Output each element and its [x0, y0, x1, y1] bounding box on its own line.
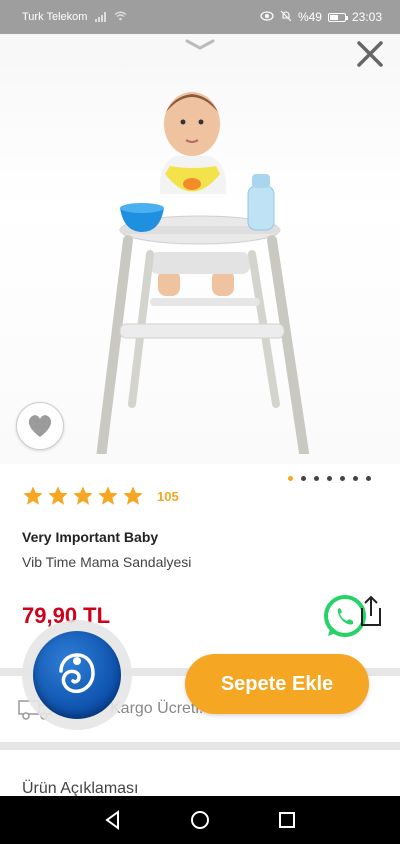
carrier-name: Turk Telekom	[22, 11, 88, 23]
rating-row[interactable]: 105	[22, 485, 179, 507]
product-photo	[96, 92, 310, 454]
back-button[interactable]	[99, 806, 127, 834]
battery-icon	[327, 12, 348, 22]
section-divider	[0, 742, 400, 750]
page-dot[interactable]	[288, 476, 293, 481]
close-icon[interactable]	[354, 38, 386, 70]
wifi-icon	[114, 11, 127, 24]
star-icon	[73, 486, 93, 505]
eye-icon	[260, 10, 274, 24]
product-title: Vib Time Mama Sandalyesi	[22, 554, 192, 570]
page-dot[interactable]	[366, 476, 371, 481]
battery-percent: %49	[297, 10, 322, 24]
home-button[interactable]	[186, 806, 214, 834]
home-circle-icon	[190, 811, 209, 829]
recents-button[interactable]	[273, 806, 301, 834]
page-dot[interactable]	[340, 476, 345, 481]
page-dot[interactable]	[301, 476, 306, 481]
signal-icon	[95, 12, 107, 22]
assistant-logo-icon	[33, 631, 121, 719]
star-icon	[48, 486, 68, 505]
clock: 23:03	[351, 10, 382, 24]
add-to-cart-button[interactable]: Sepete Ekle	[185, 654, 369, 714]
back-triangle-icon	[105, 810, 120, 830]
favorite-button[interactable]	[16, 402, 64, 450]
review-count[interactable]: 105	[157, 489, 179, 504]
star-icon	[123, 486, 143, 505]
share-icon[interactable]	[358, 594, 384, 628]
page-dot[interactable]	[314, 476, 319, 481]
system-navigation-bar	[0, 796, 400, 844]
status-bar: Turk Telekom %49 23:03	[0, 0, 400, 34]
heart-icon	[28, 415, 52, 437]
gallery-page-indicator	[288, 476, 371, 481]
page-dot[interactable]	[353, 476, 358, 481]
page-dot[interactable]	[327, 476, 332, 481]
chevron-down-icon[interactable]	[185, 38, 215, 52]
brand-name[interactable]: Very Important Baby	[22, 529, 158, 545]
star-icon	[23, 486, 43, 505]
mute-bell-icon	[280, 10, 292, 25]
recents-square-icon	[278, 812, 295, 828]
assistant-button[interactable]	[22, 620, 132, 730]
product-image-gallery[interactable]	[0, 34, 400, 464]
star-icon	[98, 486, 118, 505]
